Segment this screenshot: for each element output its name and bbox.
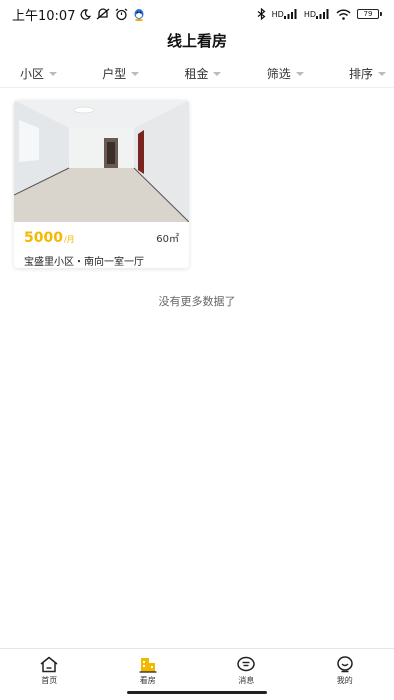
listing-area: 60㎡: [156, 234, 179, 245]
signal-icon-2: HD: [304, 9, 330, 19]
nav-label: 看房: [139, 676, 156, 685]
bottom-nav: 首页 看房 消息 我的: [0, 648, 394, 688]
filter-label: 租金: [184, 67, 209, 81]
filter-more-dropdown[interactable]: 筛选: [267, 65, 304, 82]
network-type-label-2: HD: [303, 9, 316, 19]
caret-down-icon: [213, 71, 222, 76]
caret-down-icon: [131, 71, 140, 76]
filter-label: 排序: [348, 67, 373, 81]
filter-label: 小区: [20, 67, 45, 81]
app-notification-icon: [133, 8, 145, 21]
network-type-label: HD: [271, 9, 284, 19]
listing-price-unit: /月: [63, 235, 75, 244]
page-title: 线上看房: [166, 32, 227, 50]
building-icon: [138, 655, 158, 673]
nav-item-home[interactable]: 首页: [0, 649, 99, 688]
bluetooth-icon: [257, 8, 266, 20]
nav-label: 消息: [238, 676, 255, 685]
filter-rent-dropdown[interactable]: 租金: [184, 65, 222, 82]
alarm-icon: [115, 8, 128, 21]
caret-down-icon: [295, 71, 304, 76]
caret-down-icon: [49, 71, 58, 76]
nav-label: 我的: [336, 676, 353, 685]
status-time: 上午10:07: [12, 8, 76, 24]
filter-bar: 小区 户型 租金 筛选 排序: [0, 60, 394, 88]
listing-card[interactable]: 5000/月 60㎡ 宝盛里小区・南向一室一厅: [14, 100, 189, 268]
status-bar: 上午10:07 HD HD 79: [0, 0, 394, 28]
battery-icon: 79: [357, 9, 382, 19]
filter-label: 户型: [102, 67, 127, 81]
nav-item-viewing[interactable]: 看房: [99, 649, 198, 688]
nav-label: 首页: [41, 676, 58, 685]
battery-level: 79: [357, 9, 379, 19]
status-bar-right: HD HD 79: [257, 8, 382, 20]
filter-sort-dropdown[interactable]: 排序: [349, 65, 386, 82]
moon-icon: [80, 8, 92, 20]
listing-photo: [14, 100, 189, 222]
filter-community-dropdown[interactable]: 小区: [20, 65, 58, 82]
nav-item-messages[interactable]: 消息: [197, 649, 296, 688]
filter-layout-dropdown[interactable]: 户型: [102, 65, 140, 82]
notification-off-icon: [96, 8, 110, 20]
message-icon: [236, 655, 256, 673]
home-indicator: [127, 691, 267, 694]
nav-item-profile[interactable]: 我的: [296, 649, 394, 688]
price-row: 5000/月 60㎡: [14, 222, 189, 248]
status-bar-left: 上午10:07: [12, 5, 145, 24]
listing-price: 5000: [24, 230, 63, 246]
wifi-icon: [336, 9, 351, 20]
filter-label: 筛选: [266, 67, 291, 81]
signal-icon: HD: [272, 9, 298, 19]
no-more-data-text: 没有更多数据了: [158, 295, 236, 308]
caret-down-icon: [377, 71, 386, 76]
home-icon: [39, 655, 59, 673]
listing-title: 宝盛里小区・南向一室一厅: [24, 257, 144, 268]
profile-icon: [335, 655, 355, 673]
